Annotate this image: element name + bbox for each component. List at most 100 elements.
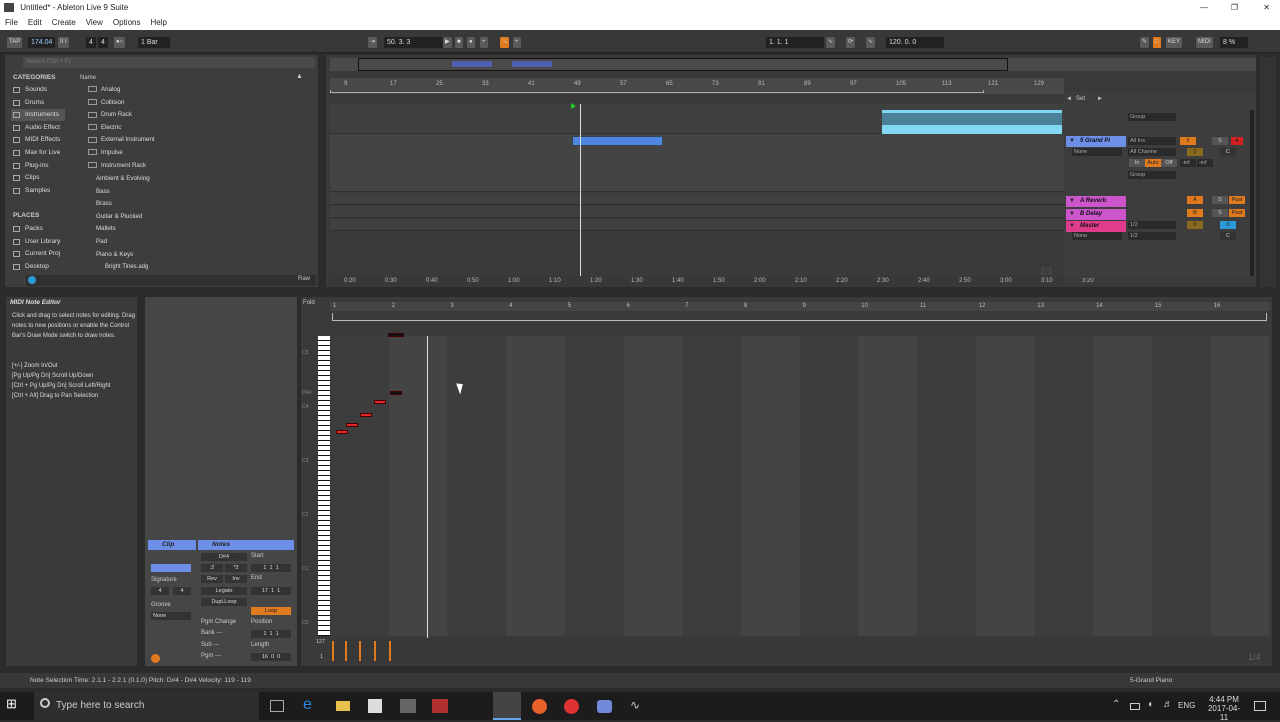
browser-subfolder[interactable]: Pad [96,236,107,248]
half-tempo-button[interactable]: :2 [201,564,223,572]
return-a-activator[interactable]: A [1187,196,1203,204]
menu-item-options[interactable]: Options [108,16,146,30]
notifications-icon[interactable] [1254,701,1266,711]
midi-note[interactable] [346,423,358,427]
browser-subfolder[interactable]: Mallets [96,223,116,235]
track-lane[interactable] [330,134,1064,192]
browser-subfolder[interactable]: Ambient & Evolving [96,173,150,185]
browser-folder[interactable]: Electric [88,122,121,134]
master-volume[interactable]: 0 [1187,221,1203,229]
monitor-auto-button[interactable]: Auto [1145,159,1161,167]
draw-mode-icon[interactable]: ✎ [1140,37,1150,48]
back-icon[interactable]: ◄ [1066,96,1072,102]
velocity-stem[interactable] [389,641,391,661]
punch-in-button[interactable]: ∿ [826,37,836,48]
sort-arrow-icon[interactable]: ▲ [296,73,303,80]
tempo-field[interactable]: 174.04 [28,37,56,48]
group-dropdown[interactable]: Group [1128,113,1176,121]
send-b-value[interactable]: -inf [1197,159,1213,167]
pgm-field[interactable]: Pgm --- [201,653,221,659]
start-icon[interactable]: ⊞ [6,696,28,716]
loop-start-field[interactable]: 1. 1. 1 [766,37,824,48]
return-a-solo[interactable]: S [1212,196,1228,204]
editor-bar-ruler[interactable]: 1 2 3 4 5 6 7 8 9 10 11 12 13 14 15 16 [330,302,1270,311]
taskbar-search-input[interactable]: Type here to search [34,692,259,720]
midi-note[interactable] [388,333,404,337]
editor-loop-brace[interactable] [332,313,1267,321]
fold-triangle-icon[interactable]: ▼ [1069,198,1075,204]
clip-section-header[interactable]: Clip [148,540,196,550]
clip-activator-icon[interactable] [151,654,160,663]
clip-sig-den[interactable]: 4 [173,587,191,595]
browser-folder[interactable]: Collision [88,97,124,109]
master-pan[interactable]: 0 [1220,221,1236,229]
menu-item-help[interactable]: Help [145,16,171,30]
track-title-b-delay[interactable]: B Delay [1066,209,1126,220]
reverse-button[interactable]: Rev [201,575,223,583]
edge-icon[interactable]: e [303,696,325,716]
discord-icon[interactable] [597,700,612,713]
return-b-activator[interactable]: B [1187,209,1203,217]
piano-keyboard[interactable] [318,336,330,636]
velocity-stem[interactable] [332,641,334,661]
nudge-button[interactable]: II I [58,37,69,48]
raw-toggle[interactable]: Raw [298,276,310,282]
legato-button[interactable]: Legato [201,587,247,595]
volume-field[interactable]: 0 [1187,148,1203,156]
track-title-master[interactable]: Master [1066,221,1126,232]
record-button[interactable]: ● [467,37,475,48]
input-type-dropdown[interactable]: All Ins [1128,137,1176,145]
audio-clip[interactable] [882,110,1062,134]
preview-icon[interactable] [28,276,36,284]
browser-folder[interactable]: External Instrument [88,134,155,146]
overdub-button[interactable]: + [480,37,488,48]
time-ruler[interactable]: 0:20 0:30 0:40 0:50 1:00 1:10 1:20 1:30 1:40 1:50… [330,276,1094,287]
bank-field[interactable]: Bank --- [201,630,222,636]
pitch-field[interactable]: D#4 [201,553,247,561]
menu-item-edit[interactable]: Edit [23,16,47,30]
song-position[interactable]: 50. 3. 3 [384,37,444,48]
arrangement-scrollbar[interactable] [1260,57,1276,287]
notes-section-header[interactable]: Notes [198,540,294,550]
duplicate-loop-button[interactable]: Dupl.Loop [201,598,247,606]
groove-dropdown[interactable]: None [151,612,191,620]
battery-icon[interactable] [1130,703,1140,710]
chrome-icon[interactable] [564,699,579,714]
preview-bar[interactable] [26,275,316,286]
send-a-value[interactable]: -inf [1180,159,1196,167]
monitor-off-button[interactable]: Off [1161,159,1177,167]
loop-button[interactable]: Loop [251,607,291,615]
double-tempo-button[interactable]: *2 [225,564,247,572]
track-none-dropdown[interactable]: None [1072,148,1122,156]
menu-item-file[interactable]: File [0,16,23,30]
length-field[interactable]: 16 0 0 [251,653,291,661]
app-icon-red[interactable] [432,699,448,713]
output-dropdown[interactable]: Group [1128,171,1176,179]
fold-button[interactable]: Fold [303,300,315,306]
track-lane[interactable] [330,193,1064,205]
master-out-dropdown[interactable]: 1/2 [1128,221,1176,229]
browser-subfolder[interactable]: Guitar & Plucked [96,211,142,223]
browser-folder[interactable]: Instrument Rack [88,160,146,172]
browser-folder[interactable]: Drum Rack [88,109,132,121]
task-view-icon[interactable] [270,700,284,712]
name-column-header[interactable]: Name [80,75,96,81]
firefox-icon[interactable] [532,699,547,714]
invert-button[interactable]: Inv [225,575,247,583]
automation-arm-button[interactable]: ⤯ [500,37,509,48]
note-grid[interactable] [330,336,1270,636]
velocity-stem[interactable] [374,641,376,661]
track-title-5-grand-pi[interactable]: 5 Grand Pi [1066,136,1126,147]
browser-subfolder[interactable]: Brass [96,198,112,210]
app-icon-generic[interactable] [400,699,416,713]
clip-color-selector[interactable] [151,564,191,572]
menu-item-view[interactable]: View [81,16,108,30]
midi-note[interactable] [336,430,348,434]
return-b-solo[interactable]: S [1212,209,1228,217]
midi-map-button[interactable]: MIDI [1196,37,1213,48]
midi-note[interactable] [374,400,386,404]
metronome-button[interactable]: ●○ [114,37,126,48]
sub-field[interactable]: Sub --- [201,642,219,648]
language-indicator[interactable]: ENG [1178,701,1195,710]
follow-button[interactable]: ⇥ [368,37,378,48]
